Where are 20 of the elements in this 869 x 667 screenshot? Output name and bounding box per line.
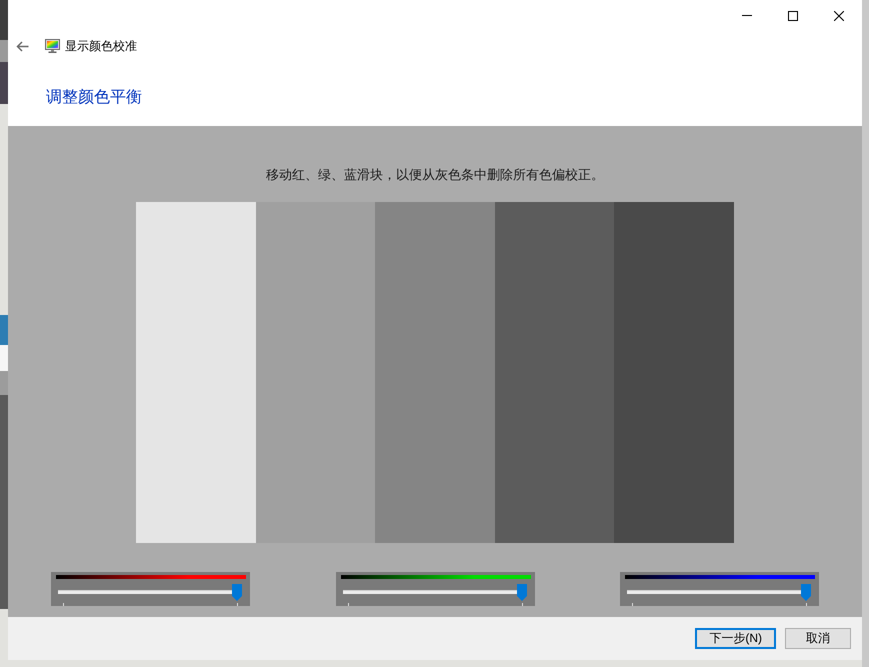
tick-mark-icon	[806, 603, 807, 606]
slider-track[interactable]	[340, 584, 528, 601]
back-arrow-icon	[16, 40, 28, 52]
slider-thumb[interactable]	[232, 584, 242, 601]
dialog-button[interactable]: 取消	[785, 628, 851, 649]
tick-mark-icon	[237, 603, 238, 606]
maximize-icon	[788, 10, 798, 20]
tick-mark-icon	[63, 603, 64, 606]
page-heading: 调整颜色平衡	[46, 89, 142, 106]
window-title: 显示颜色校准	[65, 38, 137, 54]
slider-track[interactable]	[56, 584, 244, 601]
slider-thumb[interactable]	[516, 584, 526, 601]
instruction-text: 移动红、绿、蓝滑块，以便从灰色条中删除所有色偏校正。	[266, 166, 604, 183]
slider-thumb[interactable]	[801, 584, 811, 601]
close-icon	[834, 10, 844, 20]
monitor-icon	[45, 39, 60, 53]
tick-mark-icon	[632, 603, 633, 606]
minimize-icon	[742, 15, 752, 16]
default-button[interactable]: 下一步(N)	[695, 628, 776, 649]
slider-track[interactable]	[625, 584, 813, 601]
